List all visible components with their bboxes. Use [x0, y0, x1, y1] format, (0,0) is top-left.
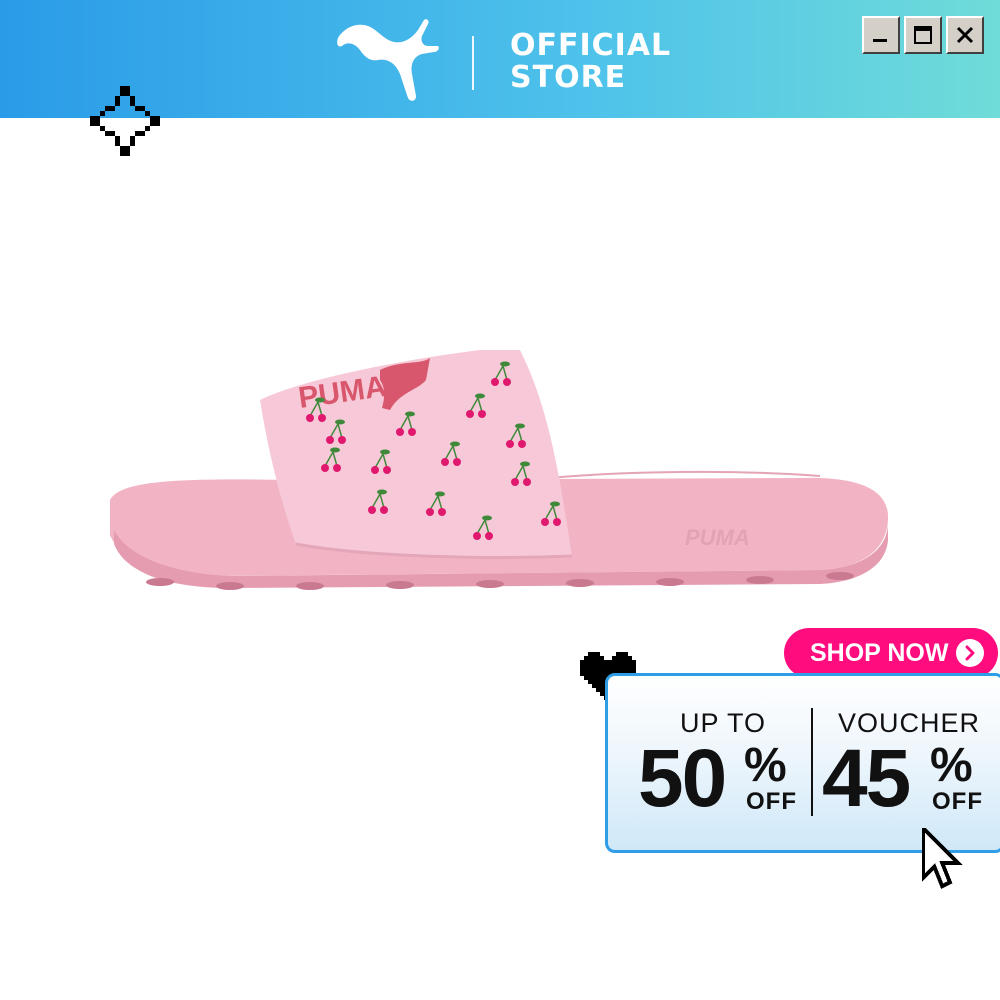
svg-text:PUMA: PUMA: [685, 525, 750, 550]
promo-divider: [811, 708, 813, 816]
puma-logo-icon: [337, 19, 439, 101]
minimize-icon: [873, 39, 887, 42]
voucher-off-label: OFF: [932, 788, 983, 815]
maximize-icon: [914, 26, 932, 44]
close-icon: [956, 26, 974, 44]
close-button[interactable]: [946, 16, 984, 54]
shop-now-label: SHOP NOW: [810, 638, 949, 667]
discount-percent-sign: %: [744, 739, 787, 792]
voucher-percent-sign: %: [930, 739, 973, 792]
header-divider: [472, 36, 474, 90]
promo-panel: UP TO 50 % OFF VOUCHER 45 % OFF: [605, 673, 1000, 853]
voucher-value: 45: [822, 733, 911, 824]
discount-off-label: OFF: [746, 788, 797, 815]
shop-now-button[interactable]: SHOP NOW: [784, 628, 998, 678]
discount-value: 50: [638, 733, 727, 824]
chevron-right-icon: [956, 639, 984, 667]
product-image: PUMA PUMA: [110, 350, 889, 590]
sparkle-icon: [90, 86, 160, 156]
brand-line-2: STORE: [510, 60, 627, 95]
store-brand-text: OFFICIAL STORE: [510, 30, 671, 94]
maximize-button[interactable]: [904, 16, 942, 54]
brand-line-1: OFFICIAL: [510, 28, 672, 63]
cursor-icon: [922, 828, 963, 889]
minimize-button[interactable]: [862, 16, 900, 54]
window-controls: [862, 16, 984, 54]
